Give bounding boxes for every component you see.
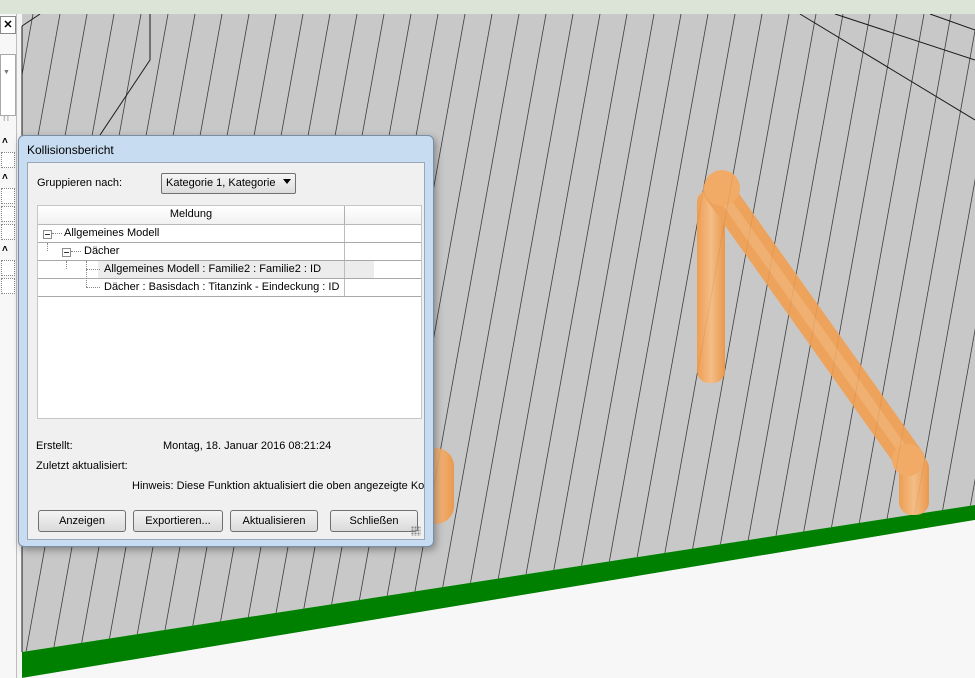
tree-node-label: Allgemeines Modell (64, 227, 160, 239)
created-value: Montag, 18. Januar 2016 08:21:24 (163, 440, 332, 452)
collapse-icon[interactable]: ˄ (2, 172, 8, 183)
tree-connector (52, 233, 62, 234)
tree-connector (86, 287, 100, 288)
property-field[interactable] (1, 260, 15, 276)
dialog-title: Kollisionsbericht (27, 143, 114, 157)
properties-panel: ✕ ▼ n ˄ ˄ ˄ (0, 14, 17, 678)
collapse-node-icon[interactable] (62, 248, 71, 257)
column-divider[interactable] (344, 206, 345, 224)
collapse-icon[interactable]: ˄ (2, 136, 8, 147)
column-divider (344, 225, 345, 242)
property-field[interactable] (1, 206, 15, 222)
tree-connector (47, 243, 48, 251)
property-field[interactable] (1, 278, 15, 294)
close-icon[interactable]: ✕ (0, 16, 16, 34)
collapse-icon[interactable]: ˄ (2, 244, 8, 255)
update-button[interactable]: Aktualisieren (230, 510, 318, 532)
tree-connector (86, 261, 87, 287)
top-strip (0, 0, 975, 14)
tree-connector (66, 261, 67, 269)
tree-leaf-label: Dächer : Basisdach : Titanzink - Eindeck… (104, 281, 340, 293)
tree-leaf-label: Allgemeines Modell : Familie2 : Familie2… (104, 263, 322, 275)
collision-report-dialog: Kollisionsbericht Gruppieren nach: Kateg… (18, 135, 434, 547)
dialog-body: Gruppieren nach: Kategorie 1, Kategorie … (27, 162, 425, 540)
property-field[interactable] (1, 188, 15, 204)
column-header-meldung[interactable]: Meldung (38, 208, 344, 220)
property-field[interactable] (1, 152, 15, 168)
dropdown-arrow-icon (283, 179, 291, 184)
panel-label: n (3, 112, 10, 124)
updated-label: Zuletzt aktualisiert: (36, 460, 128, 472)
close-button[interactable]: Schließen (330, 510, 418, 532)
resize-grip-icon[interactable] (411, 526, 421, 536)
group-by-label: Gruppieren nach: (37, 177, 122, 189)
column-divider (344, 243, 345, 260)
tree-connector (86, 269, 100, 270)
property-field[interactable] (1, 224, 15, 240)
tree-header: Meldung (38, 206, 421, 225)
tree-row-child[interactable]: Dächer (38, 243, 421, 261)
tree-row-root[interactable]: Allgemeines Modell (38, 225, 421, 243)
type-selector[interactable] (0, 54, 16, 116)
tree-row-item[interactable]: Dächer : Basisdach : Titanzink - Eindeck… (38, 261, 421, 297)
chevron-down-icon[interactable]: ▼ (3, 69, 10, 76)
created-label: Erstellt: (36, 440, 73, 452)
group-by-select[interactable]: Kategorie 1, Kategorie (161, 173, 296, 194)
export-button[interactable]: Exportieren... (133, 510, 223, 532)
show-button[interactable]: Anzeigen (38, 510, 126, 532)
column-divider (344, 261, 345, 278)
collapse-node-icon[interactable] (43, 230, 52, 239)
tree-connector (71, 251, 81, 252)
group-by-value: Kategorie 1, Kategorie (166, 177, 276, 189)
tree-node-label: Dächer (84, 245, 120, 257)
collision-tree[interactable]: Meldung Allgemeines Modell Dächer Allgem… (37, 205, 422, 419)
column-divider (344, 279, 345, 296)
hint-text: Hinweis: Diese Funktion aktualisiert die… (132, 480, 424, 492)
tree-row-item[interactable]: Allgemeines Modell : Familie2 : Familie2… (38, 261, 421, 279)
